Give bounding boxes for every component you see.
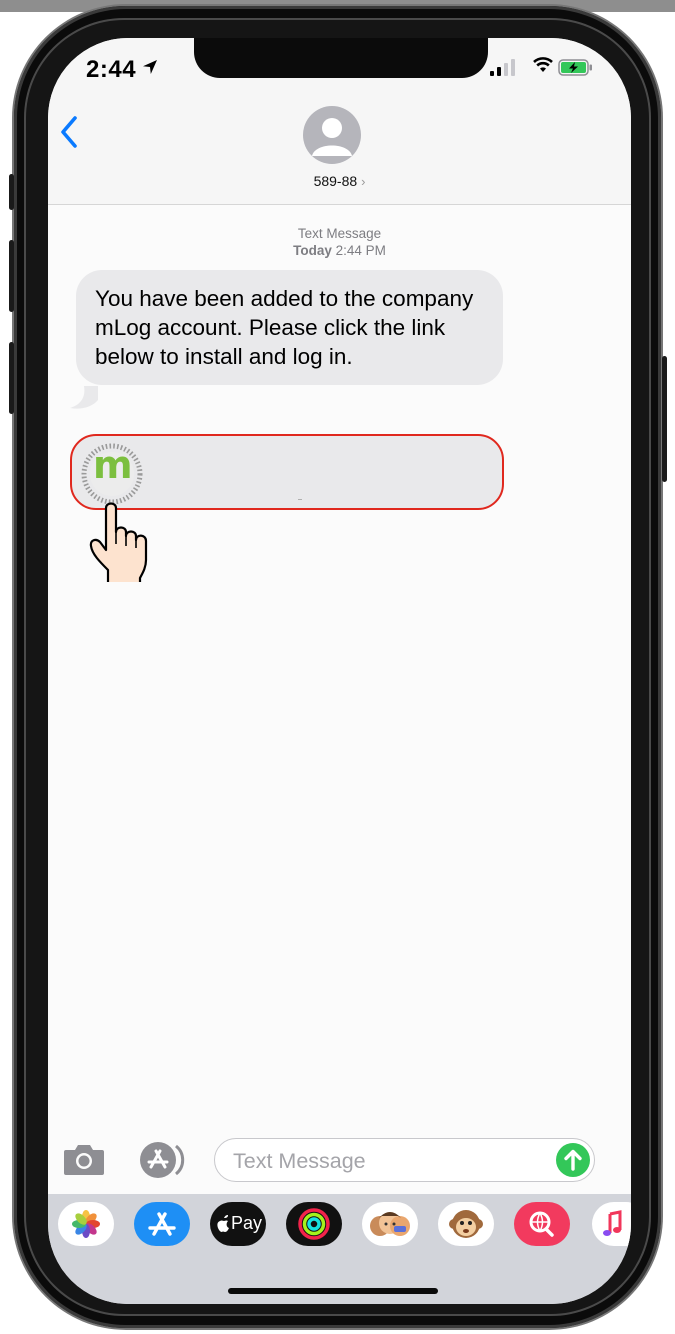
phone-screen: 2:44 589-88 › Text Message Today 2:44 PM…	[48, 38, 631, 1304]
location-arrow-icon	[143, 60, 157, 74]
activity-app-button[interactable]	[286, 1202, 342, 1246]
imessage-app-drawer: Pay	[48, 1194, 631, 1304]
mute-switch	[9, 174, 14, 210]
battery-charging-icon	[558, 59, 592, 76]
contact-number: 589-88	[313, 173, 358, 189]
web-search-app-button[interactable]	[514, 1202, 570, 1246]
app-store-button-icon[interactable]	[138, 1140, 190, 1180]
message-input-placeholder: Text Message	[233, 1149, 366, 1173]
volume-up-button	[9, 240, 14, 312]
notch	[194, 38, 488, 78]
message-text: You have been added to the company mLog …	[95, 286, 474, 369]
music-app-button[interactable]	[592, 1202, 631, 1246]
send-arrow-icon	[564, 1149, 582, 1171]
camera-icon[interactable]	[62, 1142, 106, 1176]
animoji-icon	[449, 1210, 483, 1238]
app-drawer-row: Pay	[48, 1202, 631, 1252]
volume-down-button	[9, 342, 14, 414]
app-store-app-button[interactable]	[134, 1202, 190, 1246]
person-silhouette-icon	[312, 118, 352, 156]
thread-timestamp: Text Message Today 2:44 PM	[48, 225, 631, 259]
bubble-tail	[70, 386, 98, 409]
activity-icon	[298, 1208, 330, 1240]
message-input[interactable]: Text Message	[214, 1138, 595, 1182]
contact-chevron-icon: ›	[361, 174, 366, 189]
memoji-app-button[interactable]	[362, 1202, 418, 1246]
photos-app-button[interactable]	[58, 1202, 114, 1246]
side-button	[662, 356, 667, 482]
contact-avatar[interactable]	[303, 106, 361, 164]
send-button[interactable]	[556, 1143, 590, 1177]
memoji-icon	[370, 1212, 410, 1236]
web-search-icon	[529, 1211, 554, 1237]
app-store-icon	[148, 1212, 176, 1236]
apple-pay-label: Pay	[231, 1213, 263, 1233]
message-type-label: Text Message	[297, 226, 382, 241]
apple-pay-icon	[217, 1215, 229, 1232]
contact-name[interactable]: 589-88 ›	[48, 173, 631, 189]
wifi-icon	[533, 57, 553, 72]
music-icon	[603, 1210, 622, 1236]
status-time: 2:44	[86, 56, 137, 83]
timestamp-day: Today	[293, 243, 332, 258]
mlog-logo-letter: m	[93, 443, 133, 487]
timestamp-time: 2:44 PM	[335, 243, 386, 258]
incoming-message-bubble[interactable]: You have been added to the company mLog …	[76, 270, 503, 385]
home-indicator[interactable]	[228, 1288, 438, 1294]
conversation-header: 2:44 589-88 ›	[48, 38, 631, 205]
message-composer: Text Message	[48, 1132, 631, 1194]
cellular-signal-icon	[490, 59, 515, 76]
animoji-app-button[interactable]	[438, 1202, 494, 1246]
photos-icon	[72, 1210, 100, 1238]
link-url-placeholder	[298, 499, 302, 500]
pointing-hand-icon	[89, 502, 148, 582]
back-chevron-icon[interactable]	[58, 114, 80, 150]
apple-pay-app-button[interactable]: Pay	[210, 1202, 266, 1246]
